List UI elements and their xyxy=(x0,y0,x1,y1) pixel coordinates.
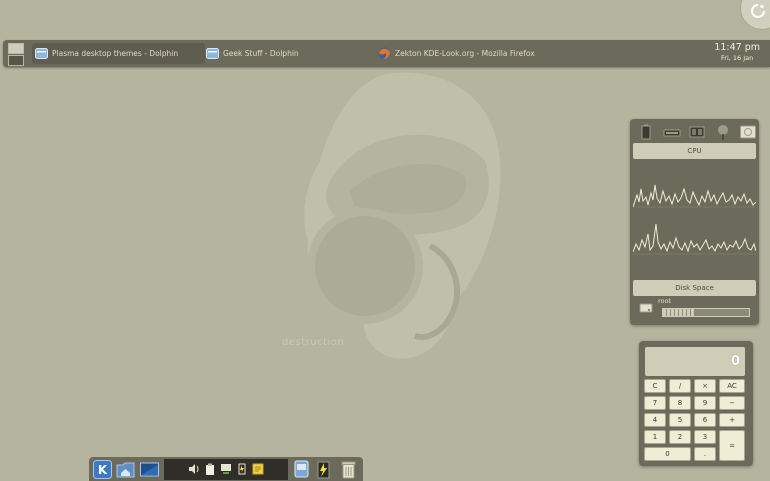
pager-desktop-2[interactable] xyxy=(8,55,24,66)
desktop-toolbox-button[interactable] xyxy=(740,0,770,30)
calc-key-3[interactable]: 3 xyxy=(694,430,716,444)
calc-key-0[interactable]: 0 xyxy=(644,447,691,461)
wallpaper-caption: destruction xyxy=(282,337,345,348)
desktop-icon[interactable] xyxy=(140,460,159,479)
network-manager-icon[interactable] xyxy=(220,463,232,475)
trash-icon[interactable] xyxy=(339,460,358,479)
temperature-icon[interactable] xyxy=(714,123,732,141)
calc-key-8[interactable]: 8 xyxy=(669,396,691,410)
harddisk-icon[interactable] xyxy=(739,123,757,141)
cpu-graph-core-2 xyxy=(633,223,756,255)
calc-key-7[interactable]: 7 xyxy=(644,396,666,410)
top-panel: Plasma desktop themes - Dolphin Geek Stu… xyxy=(3,40,770,67)
plasma-toolbox-icon xyxy=(751,4,765,18)
calc-key-5[interactable]: 5 xyxy=(669,413,691,427)
calculator-widget: 0 C / × AC 7 8 9 − 4 5 6 + 1 2 3 = 0 . xyxy=(639,341,753,466)
device-notifier-icon[interactable] xyxy=(292,460,311,479)
system-monitor-widget: CPU Disk Space root xyxy=(630,119,759,325)
battery-monitor-icon[interactable] xyxy=(314,460,333,479)
task-firefox-kde-look[interactable]: Zekton KDE-Look.org - Mozilla Firefox xyxy=(378,43,578,64)
task-label: Plasma desktop themes - Dolphin xyxy=(52,49,179,58)
clock-date: Fri, 16 Jan xyxy=(721,54,754,62)
calc-key-divide[interactable]: / xyxy=(669,379,691,393)
network-icon[interactable] xyxy=(663,123,681,141)
dolphin-icon xyxy=(35,48,48,59)
disk-usage-bar xyxy=(662,308,750,317)
task-label: Geek Stuff - Dolphin xyxy=(223,49,299,58)
disk-usage-fill xyxy=(663,309,695,316)
hardware-icon[interactable] xyxy=(688,123,706,141)
calc-key-all-clear[interactable]: AC xyxy=(719,379,745,393)
task-dolphin-geek-stuff[interactable]: Geek Stuff - Dolphin xyxy=(206,43,371,64)
power-management-icon[interactable] xyxy=(236,463,248,475)
clock-time: 11:47 pm xyxy=(714,42,760,53)
firefox-icon xyxy=(378,47,391,60)
dolphin-icon xyxy=(206,48,219,59)
calc-key-plus[interactable]: + xyxy=(719,413,745,427)
battery-icon[interactable] xyxy=(637,123,655,141)
notes-icon[interactable] xyxy=(252,463,264,475)
calc-key-6[interactable]: 6 xyxy=(694,413,716,427)
bottom-panel: K xyxy=(89,457,363,481)
cpu-header[interactable]: CPU xyxy=(633,143,756,159)
cpu-graph-core-1 xyxy=(633,184,756,208)
calc-key-1[interactable]: 1 xyxy=(644,430,666,444)
calc-key-multiply[interactable]: × xyxy=(694,379,716,393)
calc-key-4[interactable]: 4 xyxy=(644,413,666,427)
disk-root-row: root xyxy=(634,297,756,321)
kde-menu-icon[interactable]: K xyxy=(93,460,112,479)
volume-icon[interactable] xyxy=(188,463,200,475)
task-dolphin-plasma-themes[interactable]: Plasma desktop themes - Dolphin xyxy=(32,43,205,64)
svg-text:K: K xyxy=(98,463,108,477)
calc-key-minus[interactable]: − xyxy=(719,396,745,410)
calc-key-equals[interactable]: = xyxy=(719,430,745,461)
harddisk-icon xyxy=(639,303,653,313)
clipboard-icon[interactable] xyxy=(204,463,216,475)
disk-label: root xyxy=(658,297,672,305)
calc-key-2[interactable]: 2 xyxy=(669,430,691,444)
pager-desktop-1[interactable] xyxy=(8,43,24,54)
wallpaper-skull xyxy=(304,72,501,359)
digital-clock[interactable]: 11:47 pm Fri, 16 Jan xyxy=(714,42,760,63)
disk-space-header[interactable]: Disk Space xyxy=(633,280,756,296)
system-tray xyxy=(164,459,288,480)
task-label: Zekton KDE-Look.org - Mozilla Firefox xyxy=(395,49,535,58)
calc-key-clear[interactable]: C xyxy=(644,379,666,393)
calc-key-9[interactable]: 9 xyxy=(694,396,716,410)
calculator-display: 0 xyxy=(645,347,745,376)
system-monitor-toolbar xyxy=(637,123,757,143)
desktop-pager[interactable] xyxy=(8,43,24,66)
calc-key-decimal[interactable]: . xyxy=(694,447,716,461)
home-folder-icon[interactable] xyxy=(116,460,135,479)
